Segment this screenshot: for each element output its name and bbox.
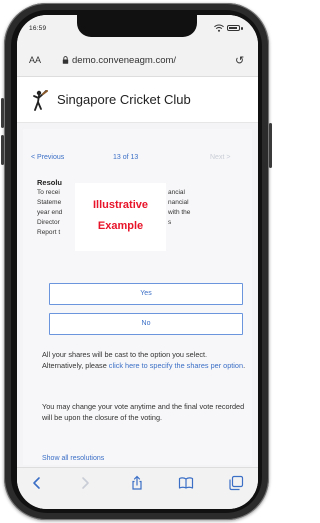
wifi-icon <box>214 24 224 32</box>
resolution-text-left: Stateme <box>37 199 62 206</box>
next-link[interactable]: Next > <box>210 154 230 161</box>
resolution-text-right: s <box>168 219 172 226</box>
lock-icon <box>62 56 69 64</box>
no-button[interactable]: No <box>49 313 243 335</box>
share-icon[interactable] <box>129 475 145 491</box>
show-all-resolutions-link[interactable]: Show all resolutions <box>42 455 104 462</box>
status-time: 16:59 <box>29 25 47 32</box>
resolution-text-right: nancial <box>168 199 189 206</box>
resolution-pager: < Previous 13 of 13 Next > <box>23 154 252 168</box>
resolution-text-left: To recei <box>37 189 60 196</box>
url-text[interactable]: demo.conveneagm.com/ <box>72 55 176 66</box>
resolution-text-right: ancial <box>168 189 185 196</box>
resolution-text-left: year end <box>37 209 63 216</box>
resolution-text-left: Report t <box>37 229 61 236</box>
resolution-title: Resolu <box>37 178 63 187</box>
resolution-counter: 13 of 13 <box>113 154 139 161</box>
shares-info-end: . <box>243 361 246 370</box>
main-content: < Previous 13 of 13 Next > Resolu To rec… <box>17 123 258 467</box>
power-button <box>269 123 272 168</box>
watermark-text: Illustrative Example <box>75 195 166 237</box>
resolution-text-right: with the <box>168 209 191 216</box>
specify-shares-link[interactable]: click here to specify the shares per opt… <box>109 361 243 370</box>
chevron-left-icon[interactable] <box>29 475 45 491</box>
phone-notch <box>77 15 197 37</box>
browser-toolbar <box>17 467 258 509</box>
yes-button[interactable]: Yes <box>49 283 243 305</box>
club-header: Singapore Cricket Club <box>17 77 258 123</box>
address-bar[interactable]: AA demo.conveneagm.com/ ↺ <box>17 45 258 77</box>
battery-tip <box>241 27 243 30</box>
illustrative-watermark: Illustrative Example <box>75 183 166 251</box>
resolution-text-left: Director <box>37 219 60 226</box>
resolution-card: < Previous 13 of 13 Next > Resolu To rec… <box>23 129 252 465</box>
vote-change-info: You may change your vote anytime and the… <box>42 402 245 422</box>
watermark-line: Example <box>97 220 144 232</box>
battery-icon <box>227 25 240 31</box>
status-bar: 16:59 <box>17 15 258 45</box>
volume-button <box>1 135 4 165</box>
shares-info-text: All your shares will be cast to the opti… <box>42 349 247 371</box>
text-size-button[interactable]: AA <box>29 55 41 65</box>
tabs-icon[interactable] <box>228 475 244 491</box>
book-icon[interactable] <box>178 475 194 491</box>
previous-link[interactable]: < Previous <box>31 154 64 161</box>
volume-button <box>1 98 4 128</box>
phone-screen: 16:59 AA demo.conveneagm.com/ ↺ Singapor… <box>17 15 258 509</box>
chevron-right-icon[interactable] <box>77 475 93 491</box>
watermark-line: Illustrative <box>92 199 149 211</box>
cricketer-logo-icon <box>33 90 48 111</box>
club-name: Singapore Cricket Club <box>57 92 191 107</box>
reload-icon[interactable]: ↺ <box>235 54 244 67</box>
